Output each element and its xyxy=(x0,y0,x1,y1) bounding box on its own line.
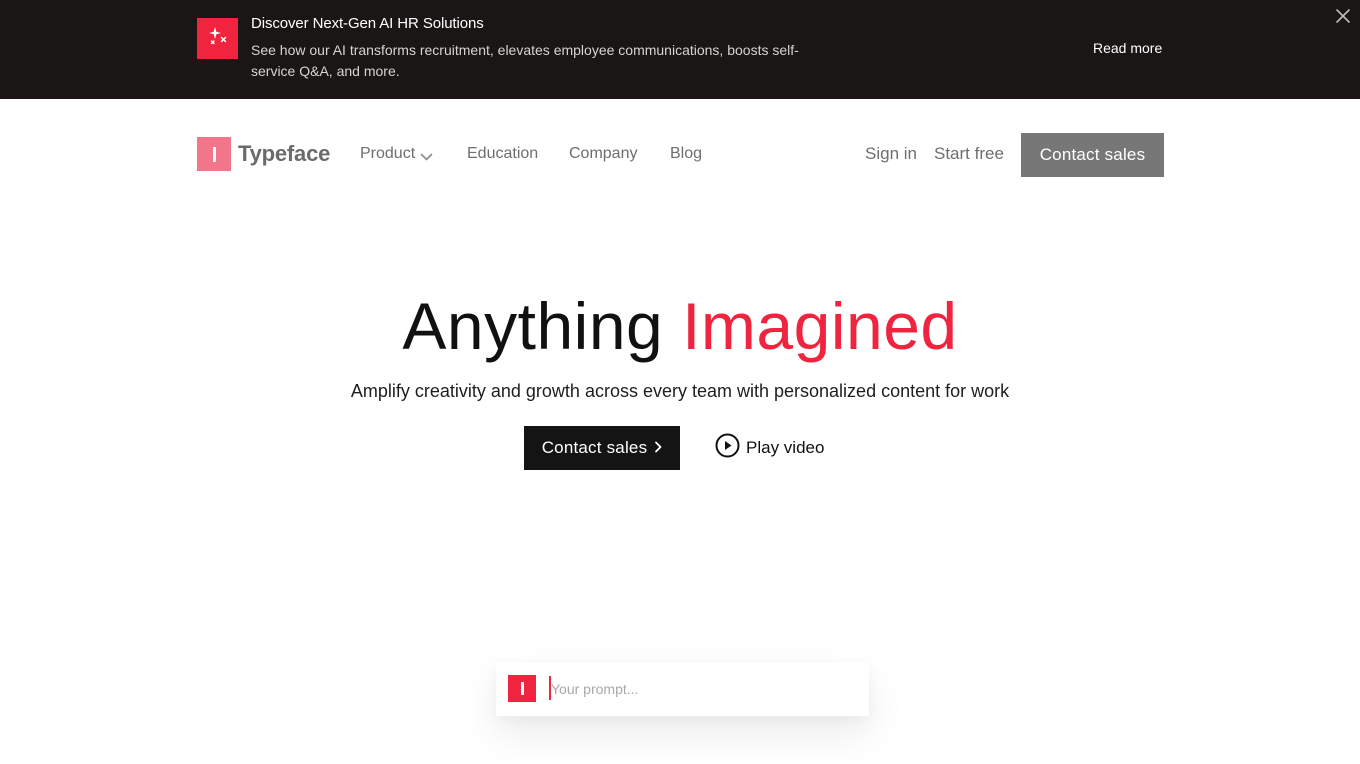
hero-contact-sales-button[interactable]: Contact sales xyxy=(524,426,680,470)
hero-title-accent: Imagined xyxy=(682,289,958,363)
hero-subtitle: Amplify creativity and growth across eve… xyxy=(350,381,1010,401)
banner-description: See how our AI transforms recruitment, e… xyxy=(251,42,799,79)
nav-company[interactable]: Company xyxy=(569,145,637,163)
play-video-button[interactable]: Play video xyxy=(715,433,825,463)
banner-title: Discover Next-Gen AI HR Solutions xyxy=(251,15,484,32)
banner-badge xyxy=(197,18,238,59)
prompt-logo xyxy=(508,675,536,702)
contact-sales-button[interactable]: Contact sales xyxy=(1021,133,1164,177)
nav-education[interactable]: Education xyxy=(467,145,538,163)
logo-mark[interactable] xyxy=(197,137,231,171)
play-video-label: Play video xyxy=(746,438,825,457)
hero-title-part1: Anything xyxy=(402,289,664,363)
logo-bar xyxy=(212,146,216,162)
chevron-right-icon xyxy=(654,438,662,458)
play-circle-icon xyxy=(715,433,740,463)
nav-product[interactable]: Product xyxy=(360,145,415,163)
start-free-link[interactable]: Start free xyxy=(934,144,1004,164)
sparkle-icon xyxy=(206,24,230,53)
nav-blog[interactable]: Blog xyxy=(670,145,702,163)
prompt-logo-bar xyxy=(520,682,524,695)
hero-title: Anything Imagined xyxy=(0,288,1360,364)
banner-close-button[interactable] xyxy=(1333,8,1353,28)
prompt-box xyxy=(496,662,869,716)
hero-contact-sales-label: Contact sales xyxy=(541,438,648,457)
sign-in-link[interactable]: Sign in xyxy=(865,144,917,164)
read-more-link[interactable]: Read more xyxy=(1093,40,1162,56)
prompt-input[interactable] xyxy=(551,675,851,703)
logo-text[interactable]: Typeface xyxy=(238,141,330,167)
chevron-down-icon[interactable] xyxy=(420,149,433,161)
announcement-banner: Discover Next-Gen AI HR Solutions See ho… xyxy=(0,0,1360,99)
close-icon xyxy=(1335,8,1351,29)
